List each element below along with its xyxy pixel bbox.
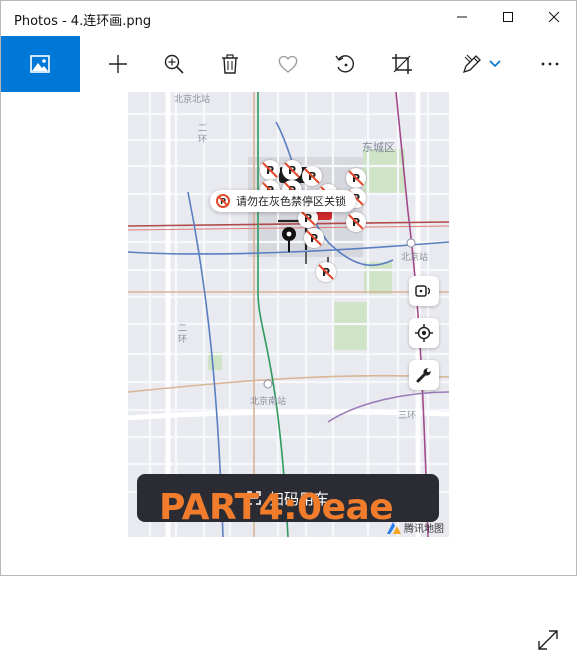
zoom-in-button[interactable]	[154, 36, 194, 92]
image-viewport: 北京北站 二环 东城区 北京站 二环 北京南站 三环 P P P P P P P…	[0, 92, 577, 650]
no-parking-marker[interactable]: P	[260, 160, 280, 180]
collection-button[interactable]	[0, 36, 80, 92]
minimize-icon	[457, 16, 467, 18]
wrench-icon	[416, 368, 431, 383]
crop-button[interactable]	[382, 36, 422, 92]
zoom-in-icon	[164, 54, 184, 74]
add-button[interactable]	[98, 36, 138, 92]
map-provider-logo: 腾讯地图	[387, 520, 444, 535]
repair-control[interactable]	[409, 360, 439, 390]
crop-icon	[392, 54, 412, 74]
no-parking-icon: P	[216, 194, 230, 208]
map-label-beijing-station: 北京站	[401, 253, 429, 263]
edit-menu-chevron[interactable]	[480, 36, 510, 92]
favorite-icon	[278, 55, 298, 73]
fullscreen-button[interactable]	[536, 628, 560, 652]
picture-icon	[30, 55, 50, 73]
watermark-text: PART4:0eae	[159, 487, 394, 528]
title-bar: Photos - 4.连环画.png	[0, 0, 577, 36]
locate-control[interactable]	[409, 318, 439, 348]
maximize-button[interactable]	[485, 0, 531, 34]
more-icon	[541, 62, 559, 66]
restricted-zone-tooltip: P 请勿在灰色禁停区关锁	[210, 190, 356, 212]
window-title: Photos - 4.连环画.png	[14, 14, 152, 29]
map-base	[128, 92, 449, 537]
map-label-beijing-south: 北京南站	[250, 397, 287, 407]
chevron-down-icon	[489, 60, 501, 68]
no-parking-marker[interactable]: P	[304, 228, 324, 248]
unlock-icon	[415, 285, 431, 297]
minimize-button[interactable]	[439, 0, 485, 34]
map-provider-name: 腾讯地图	[404, 524, 444, 535]
maximize-icon	[503, 12, 513, 22]
fullscreen-icon	[538, 630, 558, 650]
map-label-dongcheng: 东城区	[362, 141, 395, 154]
delete-button[interactable]	[210, 36, 250, 92]
map-label-beijing-north: 北京北站	[174, 95, 211, 105]
close-icon	[548, 11, 560, 23]
tooltip-text: 请勿在灰色禁停区关锁	[236, 195, 346, 208]
no-parking-marker[interactable]: P	[302, 166, 322, 186]
no-parking-marker[interactable]: P	[346, 212, 366, 232]
tencent-map-logo	[387, 521, 401, 534]
rotate-button[interactable]	[325, 36, 365, 92]
map-label-ring2-top: 二环	[198, 124, 208, 145]
map-label-ring3-right: 三环	[398, 411, 417, 421]
no-parking-marker[interactable]: P	[346, 168, 366, 188]
rotate-icon	[335, 55, 354, 73]
locate-icon	[415, 324, 433, 342]
add-icon	[109, 55, 127, 73]
close-button[interactable]	[531, 0, 577, 34]
more-button[interactable]	[530, 36, 570, 92]
map-label-ring2-left: 二环	[178, 324, 188, 345]
favorite-button[interactable]	[268, 36, 308, 92]
displayed-image: 北京北站 二环 东城区 北京站 二环 北京南站 三环 P P P P P P P…	[128, 92, 449, 537]
delete-icon	[222, 54, 238, 74]
unlock-control[interactable]	[409, 276, 439, 306]
no-parking-marker[interactable]: P	[316, 262, 336, 282]
toolbar	[0, 36, 577, 92]
no-parking-marker[interactable]: P	[282, 160, 302, 180]
